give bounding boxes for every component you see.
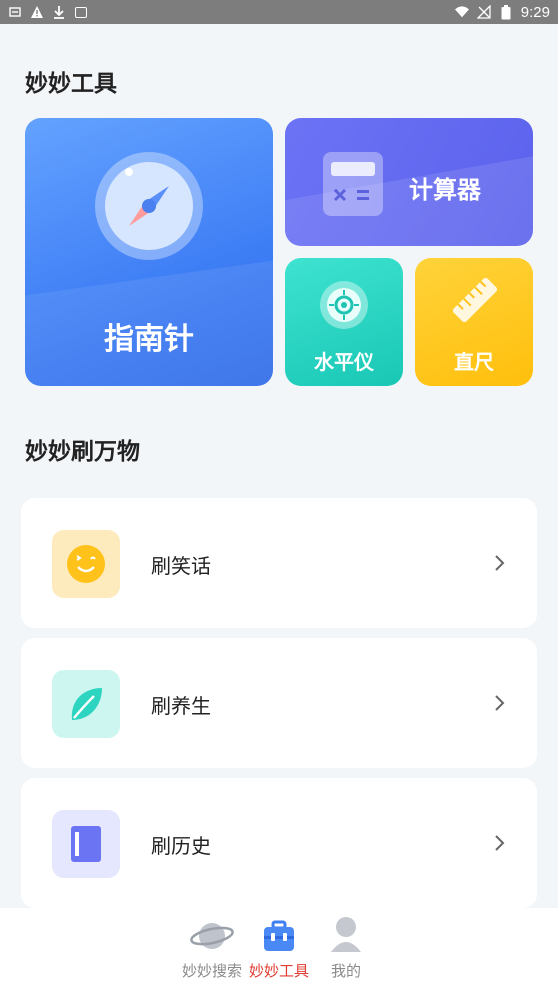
no-signal-icon [476,5,491,19]
status-time: 9:29 [520,3,550,21]
level-tile[interactable]: 水平仪 [285,258,403,386]
browse-section-title: 妙妙刷万物 [25,439,140,465]
nav-item-profile[interactable]: 我的 [312,914,380,981]
status-right: 9:29 [454,3,550,21]
history-icon-box [52,810,120,878]
leaf-icon [71,688,102,720]
status-bar: 9:29 [0,0,558,24]
compass-tile[interactable]: 指南针 [25,118,273,386]
browse-item-jokes[interactable]: 刷笑话 [21,498,537,628]
browse-item-label: 刷历史 [151,834,211,858]
nav-label: 妙妙搜索 [181,962,242,980]
download-icon [52,5,66,19]
jokes-icon-box [52,530,120,598]
warning-icon [30,5,44,19]
chevron-right-icon [495,695,505,711]
nav-label: 妙妙工具 [248,962,309,980]
toolbox-icon [264,920,294,951]
bottom-nav: 妙妙搜索 妙妙工具 我的 [0,908,558,996]
nav-label: 我的 [330,962,361,980]
ruler-tile[interactable]: 直尺 [415,258,533,386]
sim-icon [8,5,22,19]
compass-label: 指南针 [104,322,194,357]
chevron-right-icon [495,555,505,571]
browse-item-history[interactable]: 刷历史 [21,778,537,908]
calculator-tile[interactable]: 计算器 [285,118,533,246]
nav-item-search[interactable]: 妙妙搜索 [178,914,246,981]
ruler-label: 直尺 [454,350,494,374]
tools-section-title: 妙妙工具 [25,71,117,97]
planet-icon [190,923,234,949]
calculator-icon [323,152,383,216]
calculator-label: 计算器 [409,176,481,204]
image-icon [74,5,88,19]
level-icon [320,281,368,329]
profile-icon [331,917,361,952]
level-label: 水平仪 [314,350,374,374]
browse-item-label: 刷养生 [151,694,211,718]
book-icon [71,826,101,862]
battery-icon [499,4,513,19]
browse-item-health[interactable]: 刷养生 [21,638,537,768]
health-icon-box [52,670,120,738]
compass-icon [95,152,203,260]
status-left [8,5,88,19]
ruler-icon [452,277,498,323]
wifi-icon [454,5,469,19]
smiley-icon [67,545,105,583]
browse-item-label: 刷笑话 [151,554,211,578]
chevron-right-icon [495,835,505,851]
nav-item-tools[interactable]: 妙妙工具 [245,914,313,981]
